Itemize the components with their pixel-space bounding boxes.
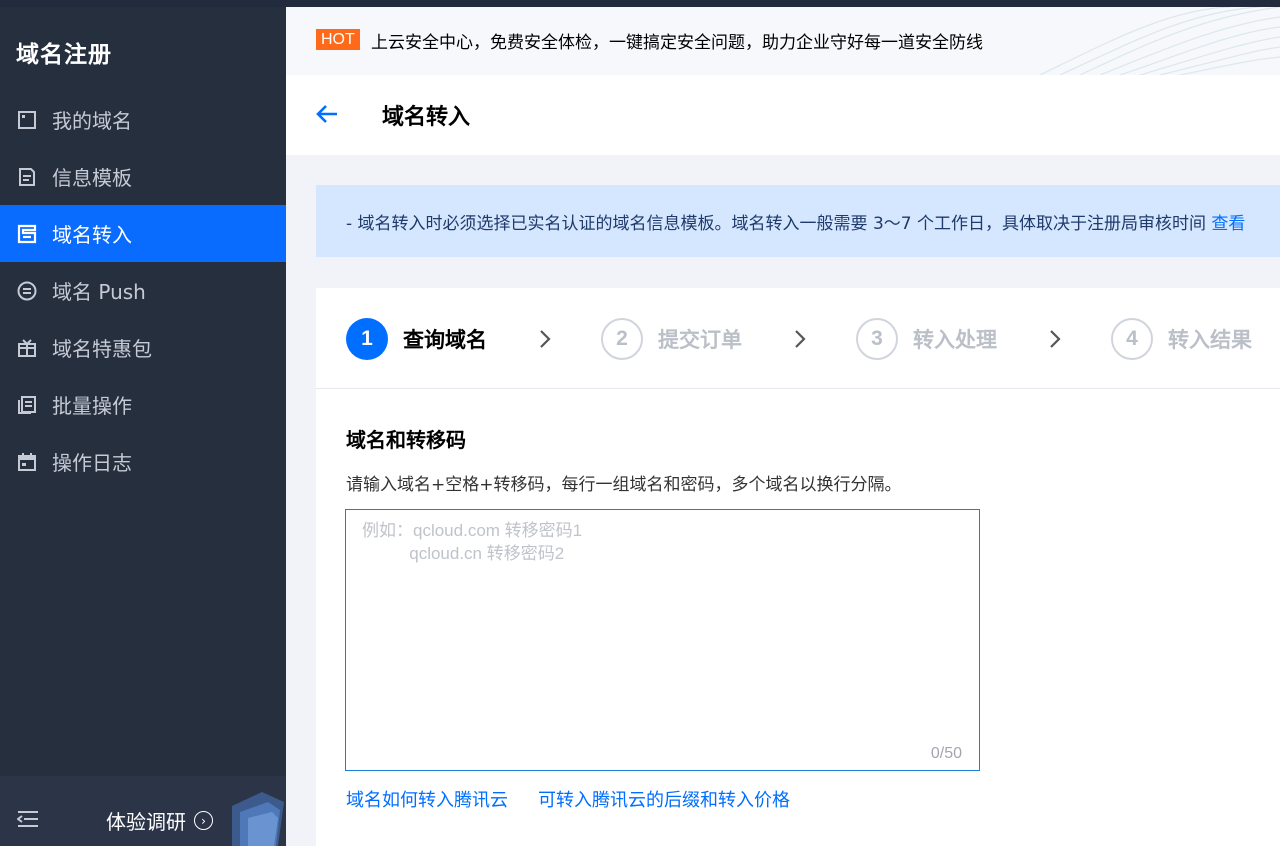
chevron-right-icon <box>1050 330 1061 348</box>
sidebar-item-label: 信息模板 <box>52 166 132 190</box>
info-notice: - 域名转入时必须选择已实名认证的域名信息模板。域名转入一般需要 3～7 个工作… <box>316 185 1280 257</box>
batch-icon <box>16 394 38 416</box>
sidebar-item-label: 操作日志 <box>52 451 132 475</box>
survey-label: 体验调研 <box>106 810 186 834</box>
step-label: 转入结果 <box>1168 328 1252 352</box>
gift-icon <box>16 337 38 359</box>
survey-illustration <box>232 792 284 846</box>
chevron-right-icon <box>540 330 551 348</box>
help-links: 域名如何转入腾讯云 可转入腾讯云的后缀和转入价格 <box>346 786 820 812</box>
sidebar-nav: 我的域名 信息模板 域名转入 域名 Push 域名特惠包 批量操作 操作日志 <box>0 91 286 490</box>
sidebar: 域名注册 我的域名 信息模板 域名转入 域名 Push 域名特惠包 批量操作 操… <box>0 7 286 846</box>
collapse-menu-icon[interactable] <box>17 810 39 828</box>
page-title: 域名转入 <box>382 105 471 130</box>
suffix-price-link[interactable]: 可转入腾讯云的后缀和转入价格 <box>538 786 790 812</box>
sidebar-item-domain-package[interactable]: 域名特惠包 <box>0 319 286 376</box>
page-header: 域名转入 <box>286 75 1280 155</box>
step-label: 查询域名 <box>403 328 487 352</box>
announcement-banner[interactable]: HOT 上云安全中心，免费安全体检，一键搞定安全问题，助力企业守好每一道安全防线 <box>286 7 1280 75</box>
survey-link[interactable]: 体验调研 › <box>106 806 213 835</box>
hot-badge: HOT <box>316 29 360 50</box>
calendar-icon <box>16 109 38 131</box>
char-counter: 0/50 <box>930 745 962 762</box>
step-label: 提交订单 <box>658 328 742 352</box>
transfer-card: 1 查询域名 2 提交订单 3 转入处理 4 转入结果 域名和转移码 请输入域名… <box>316 288 1280 846</box>
log-icon <box>16 451 38 473</box>
step-number: 3 <box>856 318 898 360</box>
sidebar-item-batch-operations[interactable]: 批量操作 <box>0 376 286 433</box>
chevron-right-icon <box>795 330 806 348</box>
sidebar-item-operation-log[interactable]: 操作日志 <box>0 433 286 490</box>
sidebar-item-label: 域名 Push <box>52 280 146 304</box>
step-label: 转入处理 <box>913 328 997 352</box>
transfer-icon <box>16 223 38 245</box>
step-4: 4 转入结果 <box>1111 318 1252 360</box>
domain-input-box: 0/50 <box>345 509 980 771</box>
step-number: 1 <box>346 318 388 360</box>
document-icon <box>16 166 38 188</box>
banner-text: 上云安全中心，免费安全体检，一键搞定安全问题，助力企业守好每一道安全防线 <box>371 33 983 53</box>
sidebar-item-my-domains[interactable]: 我的域名 <box>0 91 286 148</box>
arrow-left-icon[interactable] <box>314 101 340 127</box>
how-to-transfer-link[interactable]: 域名如何转入腾讯云 <box>346 786 508 812</box>
sidebar-item-label: 域名特惠包 <box>52 337 152 361</box>
top-strip <box>0 0 1280 7</box>
push-icon <box>16 280 38 302</box>
sidebar-item-label: 域名转入 <box>52 223 132 247</box>
step-2: 2 提交订单 <box>601 318 742 360</box>
sidebar-item-domain-push[interactable]: 域名 Push <box>0 262 286 319</box>
notice-message: - 域名转入时必须选择已实名认证的域名信息模板。域名转入一般需要 3～7 个工作… <box>346 214 1206 234</box>
notice-link[interactable]: 查看 <box>1211 214 1245 234</box>
sidebar-footer: 体验调研 › <box>0 776 286 846</box>
step-3: 3 转入处理 <box>856 318 997 360</box>
arrow-right-circle-icon: › <box>194 811 213 830</box>
sidebar-title: 域名注册 <box>16 42 112 68</box>
sidebar-item-label: 批量操作 <box>52 394 132 418</box>
section-description: 请输入域名+空格+转移码，每行一组域名和密码，多个域名以换行分隔。 <box>346 475 902 495</box>
sidebar-item-domain-transfer[interactable]: 域名转入 <box>0 205 286 262</box>
sidebar-item-label: 我的域名 <box>52 109 132 133</box>
step-indicator: 1 查询域名 2 提交订单 3 转入处理 4 转入结果 <box>316 288 1280 389</box>
step-number: 4 <box>1111 318 1153 360</box>
banner-decoration <box>1039 7 1280 75</box>
step-number: 2 <box>601 318 643 360</box>
notice-text: - 域名转入时必须选择已实名认证的域名信息模板。域名转入一般需要 3～7 个工作… <box>346 209 1245 234</box>
step-1: 1 查询域名 <box>346 318 487 360</box>
sidebar-item-info-template[interactable]: 信息模板 <box>0 148 286 205</box>
domain-transfer-code-input[interactable] <box>346 510 979 770</box>
section-title: 域名和转移码 <box>346 428 466 452</box>
